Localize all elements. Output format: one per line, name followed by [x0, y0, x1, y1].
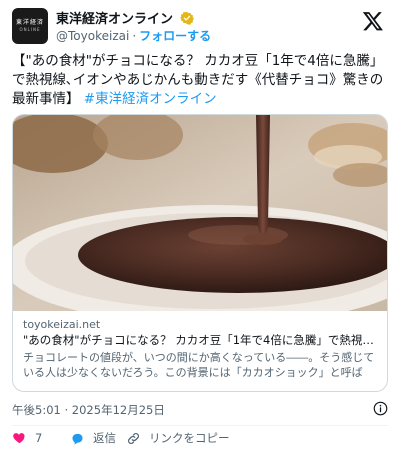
like-count: 7: [35, 430, 43, 445]
avatar[interactable]: 東洋経済 ONLINE: [12, 8, 48, 44]
handle-row: @Toyokeizai · フォローする: [56, 27, 211, 44]
tweet-text: 【"あの食材"がチョコになる？ カカオ豆「1年で4倍に急騰」で熱視線､イオンやあ…: [12, 52, 390, 109]
timestamp-separator: ·: [60, 403, 72, 417]
tweet-header: 東洋経済 ONLINE 東洋経済オンライン @Toyokeizai · フォローする: [12, 6, 388, 46]
link-card[interactable]: toyokeizai.net "あの食材"がチョコになる？ カカオ豆「1年で4倍…: [12, 114, 388, 392]
hashtag-link[interactable]: #東洋経済オンライン: [84, 91, 217, 107]
reply-button[interactable]: 返信: [70, 430, 116, 446]
author-name-text: 東洋経済オンライン: [56, 12, 174, 27]
heart-icon: [13, 433, 25, 444]
tweet-timestamp[interactable]: 午後5:01 · 2025年12月25日: [12, 402, 165, 418]
tweet-time: 午後5:01: [12, 403, 61, 417]
reply-label: 返信: [93, 431, 116, 445]
tweet-date: 2025年12月25日: [71, 403, 165, 417]
x-logo-icon[interactable]: [362, 10, 384, 32]
action-bar: 7 返信 リンクをコピー: [12, 425, 388, 447]
like-button[interactable]: 7: [12, 430, 42, 445]
copy-link-button[interactable]: リンクをコピー: [126, 430, 230, 446]
card-image: [13, 115, 387, 311]
copy-link-label: リンクをコピー: [149, 431, 230, 445]
follow-button[interactable]: フォローする: [139, 29, 211, 43]
handle-separator: ·: [132, 29, 137, 43]
avatar-text-line2: ONLINE: [19, 27, 41, 32]
author-handle[interactable]: @Toyokeizai: [56, 29, 129, 43]
card-title: "あの食材"がチョコになる？ カカオ豆「1年で4倍に急騰」で熱視線､イオ...: [23, 333, 377, 347]
card-domain: toyokeizai.net: [23, 318, 101, 331]
verified-badge-icon: [179, 11, 194, 25]
card-body: toyokeizai.net "あの食材"がチョコになる？ カカオ豆「1年で4倍…: [13, 311, 387, 391]
author-name[interactable]: 東洋経済オンライン: [56, 8, 194, 27]
avatar-text-line1: 東洋経済: [15, 19, 44, 26]
reply-icon: [72, 433, 83, 444]
info-icon[interactable]: [373, 401, 388, 416]
link-icon: [128, 432, 139, 444]
card-description: チョコレートの値段が、いつの間にか高くなっている――。そう感じている人は少なくな…: [23, 351, 375, 379]
